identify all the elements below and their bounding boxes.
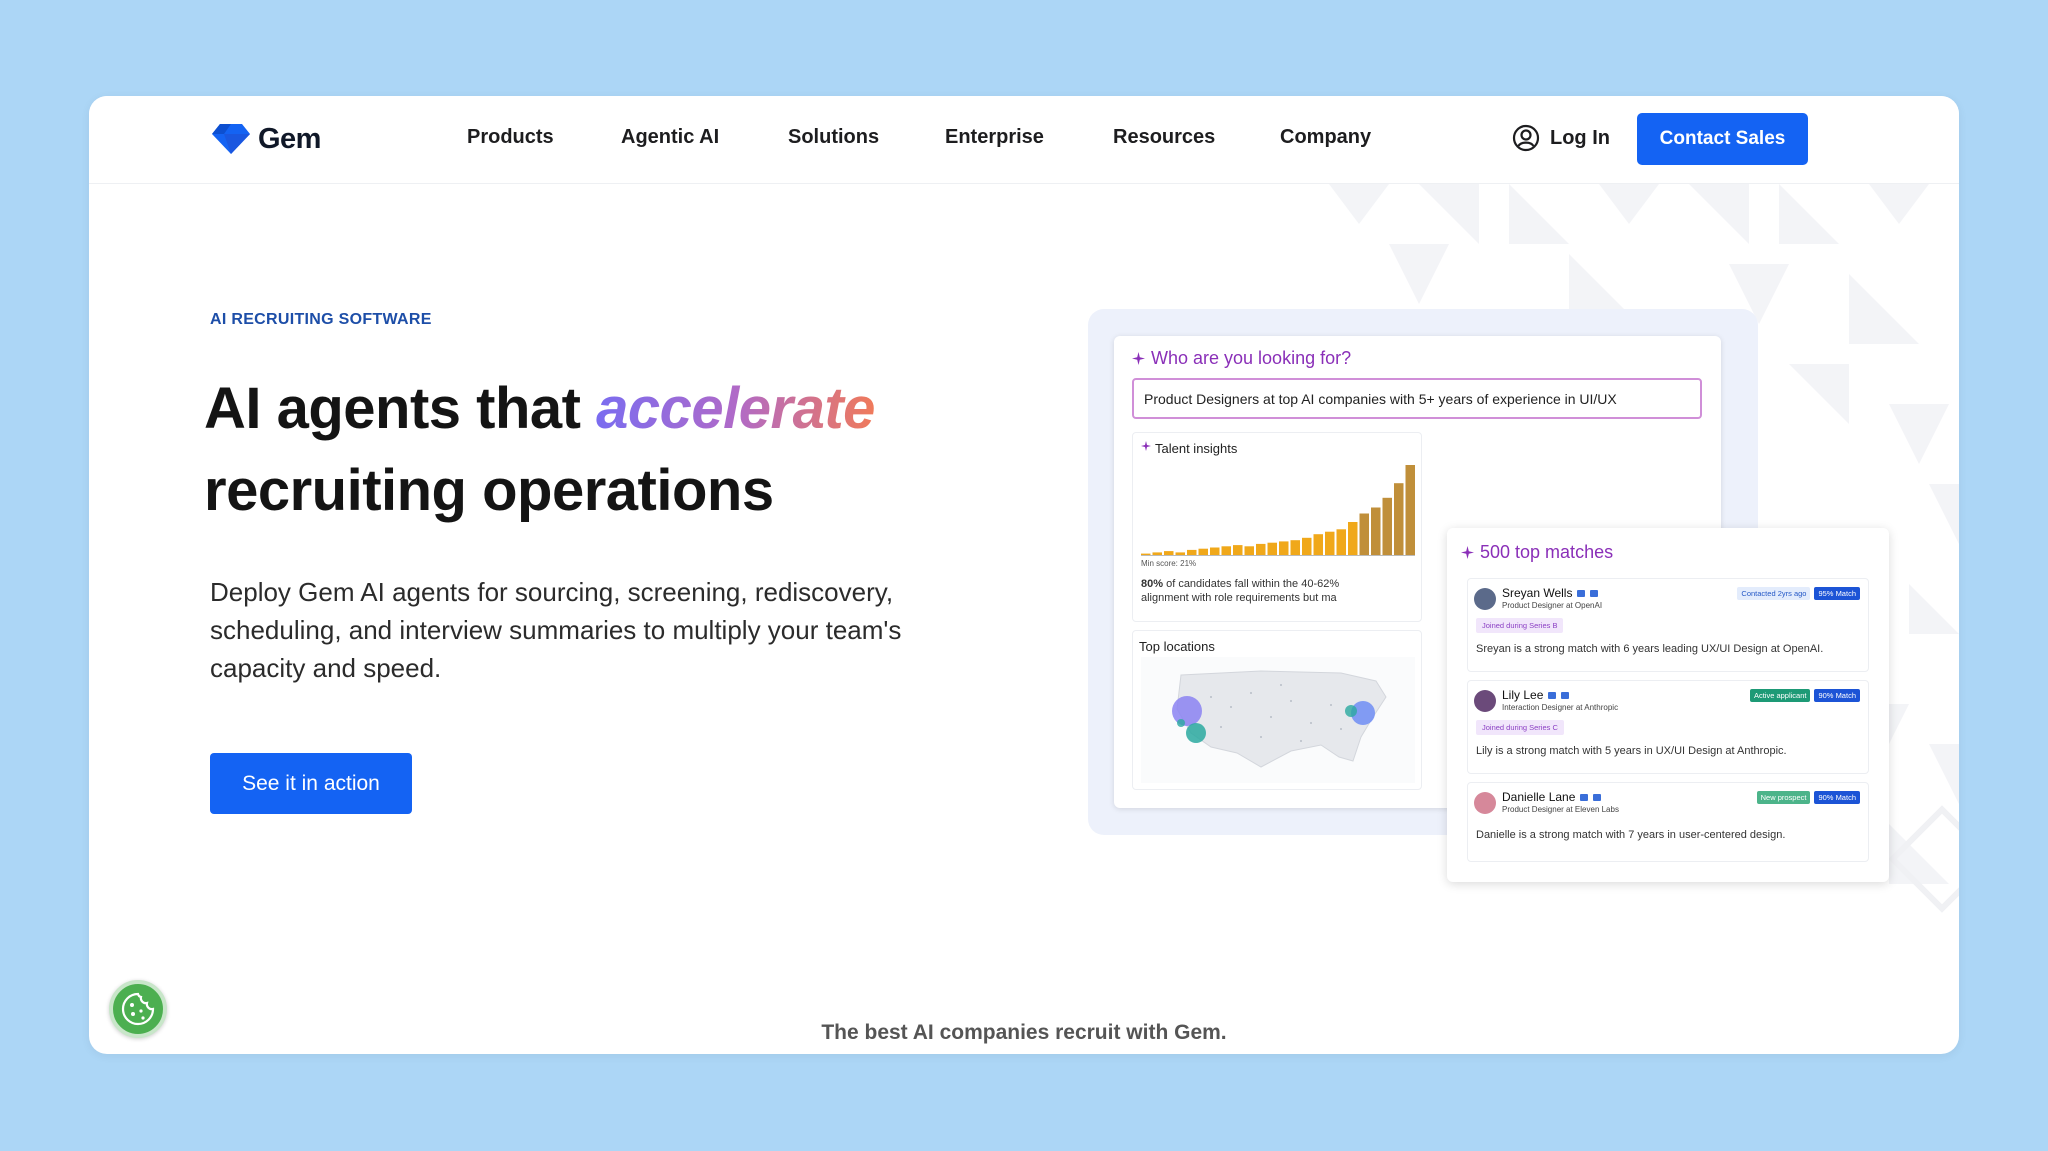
histogram-bar — [1359, 513, 1369, 556]
gem-diamond-icon — [212, 124, 250, 154]
nav-item-solutions[interactable]: Solutions — [788, 126, 879, 149]
histogram-bar — [1394, 483, 1404, 556]
hero-description: Deploy Gem AI agents for sourcing, scree… — [210, 577, 902, 683]
tag-badge: Joined during Series B — [1476, 618, 1564, 633]
candidate-summary: Sreyan is a strong match with 6 years le… — [1476, 643, 1824, 655]
logo-text: Gem — [258, 122, 321, 155]
status-badge: Active applicant — [1749, 689, 1811, 702]
site-header: Gem Products Agentic AI Solutions Enterp… — [89, 96, 1959, 184]
candidate-role: Product Designer at OpenAI — [1502, 601, 1603, 610]
linkedin-icon — [1577, 589, 1586, 597]
hero-headline: AI agents that accelerate recruiting ope… — [204, 368, 875, 532]
status-badge: Contacted 2yrs ago — [1737, 587, 1811, 600]
histogram-bar — [1244, 546, 1254, 556]
match-item[interactable]: Lily Lee Interaction Designer at Anthrop… — [1467, 680, 1869, 774]
histogram-bar — [1290, 540, 1300, 556]
avatar — [1474, 792, 1496, 814]
histogram-bar — [1371, 507, 1381, 556]
us-map — [1141, 657, 1415, 783]
candidate-summary: Danielle is a strong match with 7 years … — [1476, 829, 1786, 841]
candidate-name-text: Danielle Lane — [1502, 790, 1576, 804]
matches-title: 500 top matches — [1461, 542, 1613, 563]
histogram-bar — [1405, 465, 1415, 556]
matches-title-text: 500 top matches — [1480, 542, 1614, 562]
histogram-bar — [1382, 497, 1392, 556]
histogram-bar — [1336, 529, 1346, 556]
headline-prefix: AI agents that — [204, 376, 597, 441]
candidate-name-text: Lily Lee — [1502, 688, 1544, 702]
hero-eyebrow: AI RECRUITING SOFTWARE — [210, 311, 432, 328]
histogram-bar — [1198, 548, 1208, 556]
candidate-name: Sreyan Wells — [1502, 586, 1599, 600]
candidate-role: Interaction Designer at Anthropic — [1502, 703, 1619, 712]
histogram-bar — [1256, 543, 1266, 556]
browser-frame: Gem Products Agentic AI Solutions Enterp… — [89, 96, 1959, 1054]
tag-badge: Joined during Series C — [1476, 720, 1564, 735]
histogram-bar — [1302, 537, 1312, 556]
badge-group: Contacted 2yrs ago 95% Match — [1737, 587, 1860, 600]
talent-insights-histogram — [1141, 465, 1415, 556]
sparkle-icon — [1132, 352, 1145, 365]
nav-item-resources[interactable]: Resources — [1113, 126, 1215, 149]
histogram-bar — [1348, 522, 1358, 556]
top-locations-title: Top locations — [1139, 639, 1215, 654]
candidate-summary: Lily is a strong match with 5 years in U… — [1476, 745, 1787, 757]
email-icon — [1593, 793, 1602, 801]
login-link[interactable]: Log In — [1512, 124, 1610, 152]
status-badge: New prospect — [1756, 791, 1811, 804]
top-matches-card: 500 top matches Sreyan Wells Product Des… — [1447, 528, 1889, 882]
email-icon — [1561, 691, 1570, 699]
talent-insights-panel: Talent insights Min score: 21% 80% of ca… — [1132, 432, 1422, 622]
note-text: of candidates fall within the 40-62% ali… — [1141, 578, 1340, 604]
match-item[interactable]: Danielle Lane Product Designer at Eleven… — [1467, 782, 1869, 862]
email-icon — [1590, 589, 1599, 597]
histogram-bar — [1221, 546, 1231, 556]
headline-suffix: recruiting operations — [204, 458, 774, 523]
linkedin-icon — [1548, 691, 1557, 699]
histogram-bar — [1267, 542, 1277, 556]
histogram-bar — [1210, 547, 1220, 556]
contact-sales-button[interactable]: Contact Sales — [1637, 113, 1808, 165]
top-locations-panel: Top locations — [1132, 630, 1422, 790]
customers-tagline: The best AI companies recruit with Gem. — [821, 1021, 1227, 1044]
cookie-icon — [121, 992, 155, 1026]
headline-accent: accelerate — [596, 376, 875, 441]
match-badge: 90% Match — [1814, 689, 1860, 702]
search-title-text: Who are you looking for? — [1151, 348, 1352, 368]
min-score-label: Min score: 21% — [1141, 559, 1197, 568]
candidate-name-text: Sreyan Wells — [1502, 586, 1573, 600]
search-query-input[interactable]: Product Designers at top AI companies wi… — [1132, 378, 1702, 419]
talent-insights-label: Talent insights — [1155, 441, 1238, 456]
nav-item-enterprise[interactable]: Enterprise — [945, 126, 1044, 149]
match-badge: 95% Match — [1814, 587, 1860, 600]
talent-insights-note: 80% of candidates fall within the 40-62%… — [1141, 577, 1371, 605]
logo[interactable]: Gem — [210, 122, 321, 156]
badge-group: Active applicant 90% Match — [1749, 689, 1860, 702]
candidate-role: Product Designer at Eleven Labs — [1502, 805, 1619, 814]
badge-group: New prospect 90% Match — [1756, 791, 1860, 804]
login-label: Log In — [1550, 126, 1610, 149]
sparkle-icon — [1461, 546, 1474, 559]
match-badge: 90% Match — [1814, 791, 1860, 804]
linkedin-icon — [1580, 793, 1589, 801]
avatar — [1474, 588, 1496, 610]
search-title: Who are you looking for? — [1132, 348, 1351, 369]
cookie-settings-button[interactable] — [109, 980, 167, 1038]
note-percent: 80% — [1141, 578, 1164, 590]
user-circle-icon — [1512, 124, 1540, 152]
talent-insights-title: Talent insights — [1141, 441, 1237, 456]
histogram-bar — [1279, 541, 1289, 556]
avatar — [1474, 690, 1496, 712]
histogram-bar — [1325, 531, 1335, 556]
candidate-name: Danielle Lane — [1502, 790, 1602, 804]
match-item[interactable]: Sreyan Wells Product Designer at OpenAI … — [1467, 578, 1869, 672]
candidate-name: Lily Lee — [1502, 688, 1570, 702]
nav-item-products[interactable]: Products — [467, 126, 554, 149]
sparkle-icon — [1141, 441, 1151, 451]
see-it-in-action-button[interactable]: See it in action — [210, 753, 412, 814]
histogram-bar — [1313, 534, 1323, 556]
nav-item-agentic-ai[interactable]: Agentic AI — [621, 126, 719, 149]
nav-item-company[interactable]: Company — [1280, 126, 1371, 149]
histogram-bar — [1233, 545, 1243, 556]
